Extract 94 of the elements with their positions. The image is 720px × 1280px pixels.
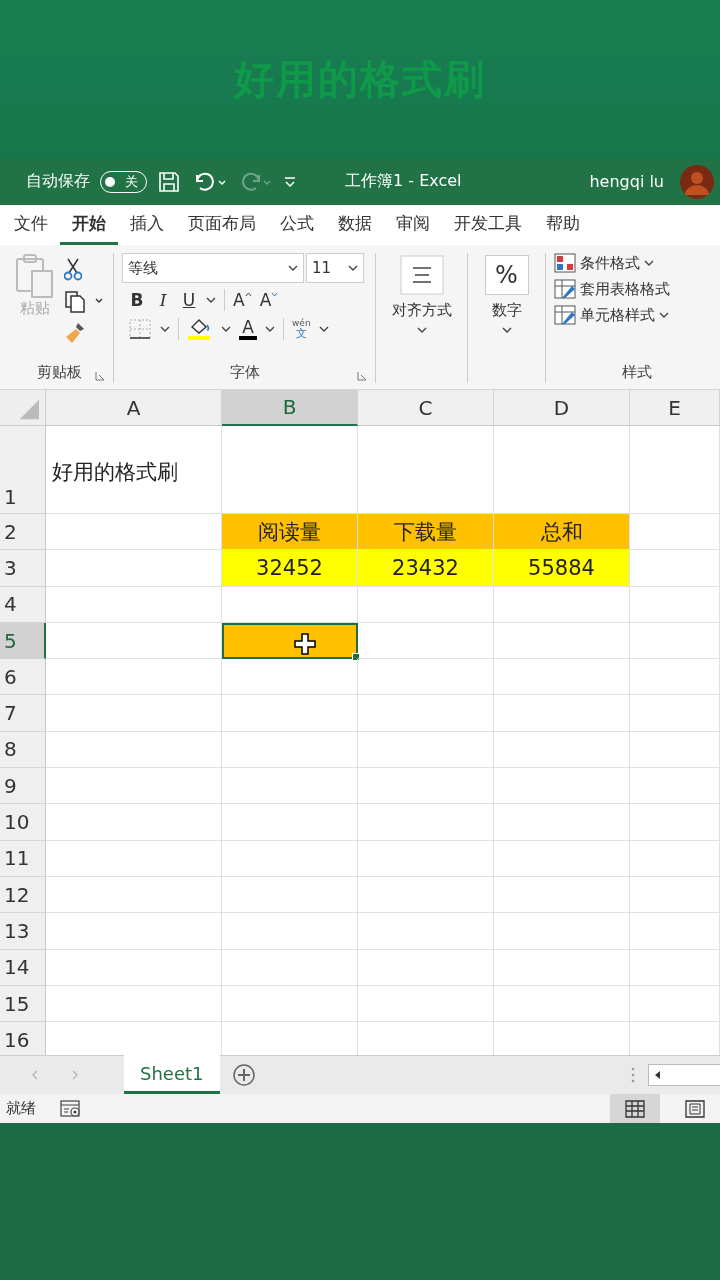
page-icon bbox=[685, 1099, 705, 1118]
caret-icon[interactable] bbox=[265, 325, 275, 333]
ribbon-tab[interactable]: 审阅 bbox=[384, 205, 442, 245]
status-text: 就绪 bbox=[6, 1099, 36, 1118]
row-header[interactable]: 1 bbox=[0, 426, 46, 514]
table-cell: 23432 bbox=[358, 550, 494, 587]
caret-icon[interactable] bbox=[206, 296, 216, 304]
underline-button[interactable]: U bbox=[180, 290, 198, 310]
save-icon[interactable] bbox=[157, 169, 181, 194]
table-cell: 总和 bbox=[494, 514, 630, 551]
ribbon-tab[interactable]: 帮助 bbox=[534, 205, 592, 245]
bold-button[interactable]: B bbox=[128, 290, 146, 310]
caret-icon[interactable] bbox=[416, 326, 427, 334]
caret-icon bbox=[644, 259, 654, 267]
table-cell: 32452 bbox=[222, 550, 358, 587]
column-header[interactable]: D bbox=[494, 390, 630, 426]
column-header[interactable]: E bbox=[630, 390, 720, 426]
launcher-icon[interactable] bbox=[357, 371, 367, 381]
table-cell: 下载量 bbox=[358, 514, 494, 551]
ribbon-tab[interactable]: 数据 bbox=[326, 205, 384, 245]
table-cell: 好用的格式刷 bbox=[46, 426, 222, 514]
row-header[interactable]: 3 bbox=[0, 550, 46, 587]
caret-icon[interactable] bbox=[318, 325, 329, 333]
font-size-field[interactable]: 11 bbox=[306, 253, 364, 283]
down-caret-icon bbox=[271, 292, 279, 297]
add-sheet-icon[interactable] bbox=[231, 1063, 256, 1087]
row-header[interactable]: 5 bbox=[0, 622, 46, 660]
caret-icon[interactable] bbox=[288, 264, 298, 272]
grid-icon bbox=[554, 253, 576, 273]
launcher-icon[interactable] bbox=[95, 371, 105, 381]
up-caret-icon bbox=[244, 292, 252, 297]
group-label: 字体 bbox=[229, 362, 260, 382]
caret-icon[interactable] bbox=[348, 264, 358, 272]
row-header[interactable]: 11 bbox=[0, 840, 46, 877]
scroll-left-icon[interactable] bbox=[653, 1070, 663, 1080]
table-pencil-icon bbox=[554, 305, 576, 325]
window-title: 工作簿1 - Excel bbox=[345, 171, 462, 192]
autosave-label: 自动保存 bbox=[26, 171, 90, 192]
group-label: 剪贴板 bbox=[37, 362, 82, 382]
border-icon[interactable] bbox=[128, 318, 152, 340]
clipboard-icon bbox=[14, 253, 56, 299]
shrink-font-button[interactable]: A bbox=[259, 290, 279, 310]
sheet-tab[interactable]: Sheet1 bbox=[124, 1055, 220, 1094]
row-header[interactable]: 16 bbox=[0, 1022, 46, 1055]
number-format-button[interactable]: 数字 bbox=[491, 301, 522, 320]
caret-icon[interactable] bbox=[160, 325, 170, 333]
row-header[interactable]: 10 bbox=[0, 804, 46, 841]
fill-color-icon[interactable] bbox=[187, 317, 213, 341]
row-header[interactable]: 9 bbox=[0, 768, 46, 805]
caret-icon[interactable] bbox=[501, 326, 512, 334]
table-pencil-icon bbox=[554, 279, 576, 299]
ribbon-tab[interactable]: 插入 bbox=[118, 205, 176, 245]
user-name: hengqi lu bbox=[589, 172, 664, 191]
grid-icon bbox=[625, 1099, 645, 1118]
table-cell: 阅读量 bbox=[222, 514, 358, 551]
ribbon-tab[interactable]: 公式 bbox=[268, 205, 326, 245]
phonetic-button[interactable]: wén 文 bbox=[292, 319, 311, 339]
column-header[interactable]: C bbox=[358, 390, 494, 426]
row-header[interactable]: 15 bbox=[0, 985, 46, 1023]
horizontal-scrollbar[interactable] bbox=[648, 1064, 720, 1086]
row-header[interactable]: 6 bbox=[0, 659, 46, 696]
row-header[interactable]: 2 bbox=[0, 514, 46, 551]
font-name-field[interactable]: 等线 bbox=[122, 253, 304, 283]
caret-icon bbox=[659, 311, 669, 319]
cut-icon[interactable] bbox=[64, 257, 82, 281]
row-header[interactable]: 12 bbox=[0, 876, 46, 914]
row-header[interactable]: 8 bbox=[0, 731, 46, 769]
row-header[interactable]: 4 bbox=[0, 586, 46, 623]
customize-icon[interactable] bbox=[283, 174, 297, 189]
grow-font-button[interactable]: A bbox=[233, 290, 252, 310]
ribbon-tab[interactable]: 开发工具 bbox=[442, 205, 534, 245]
style-command[interactable]: 套用表格格式 bbox=[554, 279, 720, 299]
caret-icon[interactable] bbox=[221, 325, 231, 333]
row-header[interactable]: 13 bbox=[0, 913, 46, 950]
percent-symbol[interactable]: % bbox=[484, 255, 529, 295]
italic-button[interactable]: I bbox=[154, 290, 172, 310]
selected-cell[interactable] bbox=[222, 622, 358, 660]
ribbon-tab[interactable]: 文件 bbox=[2, 205, 60, 245]
align-icon[interactable] bbox=[399, 255, 444, 295]
row-header[interactable]: 7 bbox=[0, 695, 46, 732]
font-color-button[interactable]: A bbox=[239, 318, 257, 340]
ribbon-tab[interactable]: 页面布局 bbox=[176, 205, 268, 245]
row-header[interactable]: 14 bbox=[0, 949, 46, 986]
fill-handle[interactable] bbox=[352, 653, 360, 662]
macro-record-icon[interactable] bbox=[60, 1099, 82, 1118]
alignment-button[interactable]: 对齐方式 bbox=[391, 301, 452, 320]
column-header[interactable]: A bbox=[46, 390, 222, 426]
table-cell: 55884 bbox=[494, 550, 630, 587]
group-label: 样式 bbox=[622, 362, 652, 382]
normal-view-button[interactable] bbox=[610, 1094, 660, 1123]
cross-cursor-icon bbox=[294, 632, 316, 655]
style-command[interactable]: 单元格样式 bbox=[554, 305, 720, 325]
column-header[interactable]: B bbox=[222, 390, 358, 426]
style-command[interactable]: 条件格式 bbox=[554, 253, 720, 273]
